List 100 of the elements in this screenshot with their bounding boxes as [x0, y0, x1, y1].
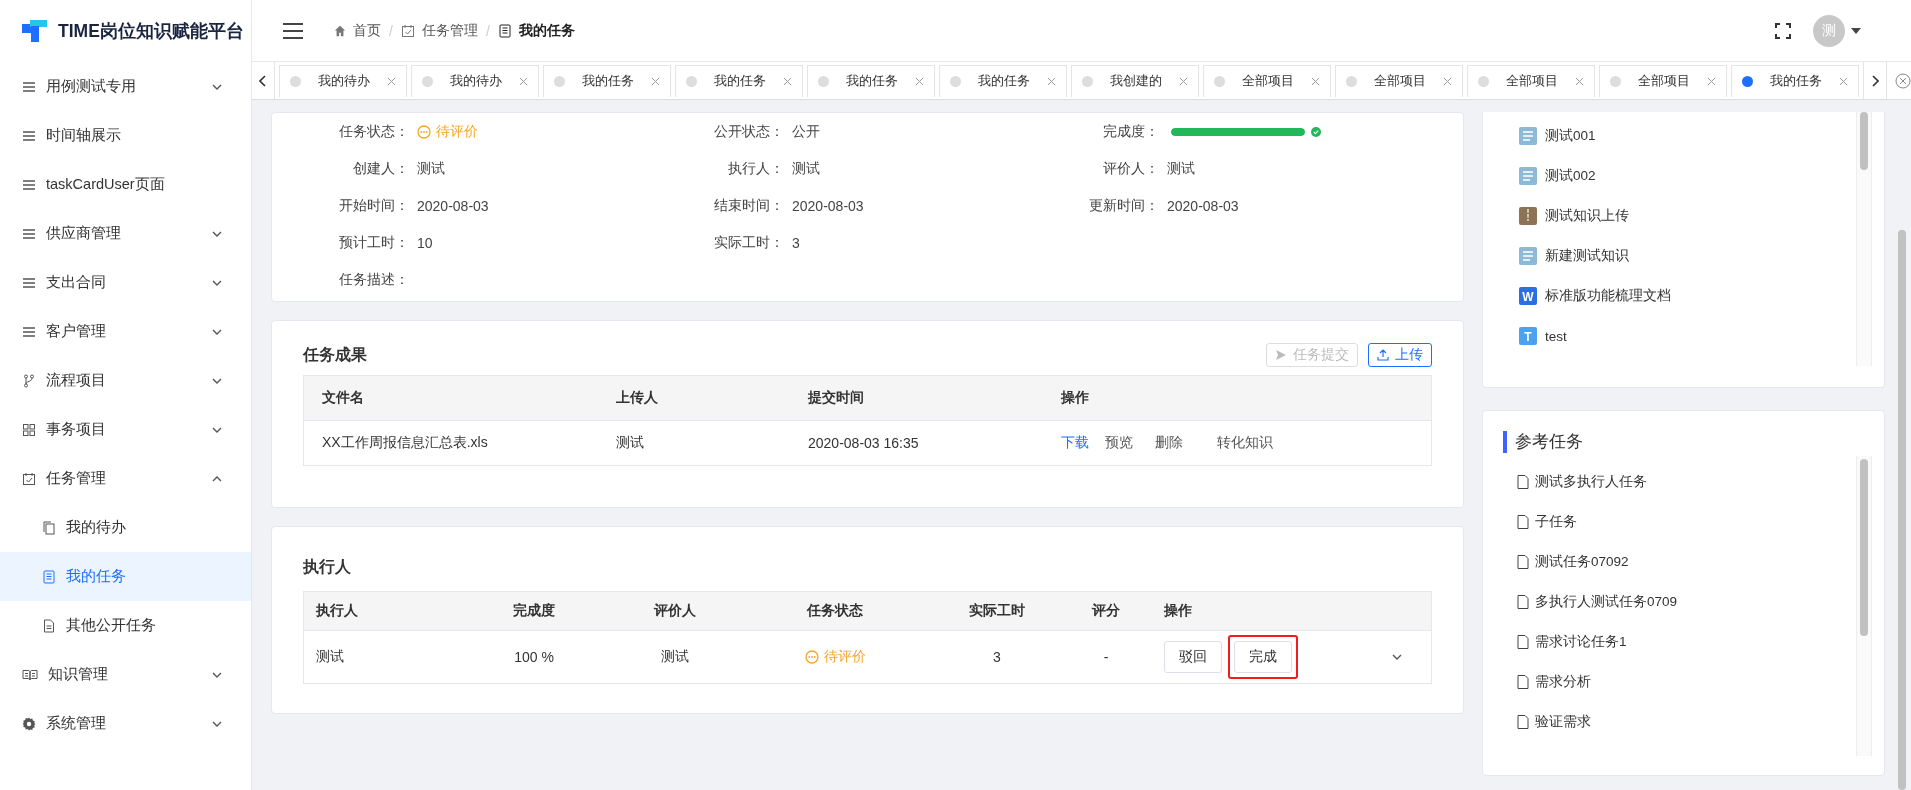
upload-button[interactable]: 上传 [1368, 343, 1432, 367]
tab[interactable]: 我的任务 [675, 64, 803, 97]
scrollbar[interactable] [1856, 112, 1872, 366]
branch-icon [22, 373, 36, 388]
sidebar-item[interactable]: 客户管理 [0, 307, 251, 356]
home-icon [334, 24, 346, 37]
copy-icon [42, 520, 56, 535]
file-icon [1517, 515, 1529, 529]
status-text: 待评价 [436, 122, 478, 141]
scroll-right-button[interactable] [1863, 62, 1887, 99]
field-label: 评价人： [1102, 159, 1159, 178]
scrollbar[interactable] [1856, 456, 1872, 756]
tab[interactable]: 我的任务 [1731, 64, 1859, 97]
tab[interactable]: 我的待办 [411, 64, 539, 97]
tab[interactable]: 全部项目 [1599, 64, 1727, 97]
field-label: 实际工时： [713, 233, 784, 252]
sidebar-item[interactable]: 支出合同 [0, 258, 251, 307]
chat-bubble-icon [804, 649, 819, 664]
sidebar-item[interactable]: 我的任务 [0, 552, 251, 601]
sidebar-item[interactable]: 系统管理 [0, 699, 251, 748]
breadcrumb-item[interactable]: 首页 [334, 21, 381, 40]
tab[interactable]: 全部项目 [1467, 64, 1595, 97]
tab[interactable]: 全部项目 [1335, 64, 1463, 97]
action-link[interactable]: 预览 [1105, 434, 1133, 452]
sidebar-item[interactable]: 其他公开任务 [0, 601, 251, 650]
gear-icon [22, 716, 36, 731]
action-link[interactable]: 删除 [1155, 434, 1183, 452]
app-title: TIME岗位知识赋能平台 [58, 20, 244, 43]
knowledge-item[interactable]: 标准版功能梳理文档 [1545, 287, 1671, 305]
field-label: 开始时间： [338, 196, 409, 215]
archive-icon [1519, 207, 1537, 225]
menu-icon [22, 128, 36, 143]
tab[interactable]: 我创建的 [1071, 64, 1199, 97]
breadcrumb-item[interactable]: 我的任务 [497, 21, 575, 40]
chat-bubble-icon [417, 124, 431, 139]
close-icon [1311, 76, 1320, 86]
sidebar-item[interactable]: 流程项目 [0, 356, 251, 405]
file-icon [1517, 635, 1529, 649]
reference-task-item[interactable]: 测试任务07092 [1535, 553, 1629, 571]
action-link[interactable]: 转化知识 [1217, 434, 1273, 452]
knowledge-item[interactable]: 测试001 [1545, 127, 1596, 145]
field-value: 3 [792, 234, 800, 251]
field-value: 2020-08-03 [417, 197, 489, 214]
sidebar-item[interactable]: 我的待办 [0, 503, 251, 552]
reject-button[interactable]: 驳回 [1164, 641, 1222, 673]
field-value: 公开 [792, 122, 820, 141]
reference-task-item[interactable]: 需求讨论任务1 [1535, 633, 1627, 651]
menu-icon [22, 79, 36, 94]
reference-task-item[interactable]: 需求分析 [1535, 673, 1591, 691]
menu-icon [282, 21, 304, 40]
scrollbar-thumb[interactable] [1898, 230, 1906, 790]
column-header: 评价人 [602, 591, 748, 631]
knowledge-item[interactable]: 测试002 [1545, 167, 1596, 185]
knowledge-item[interactable]: 测试知识上传 [1545, 207, 1629, 225]
column-header: 提交时间 [790, 375, 1043, 421]
tab[interactable]: 我的待办 [279, 64, 407, 97]
breadcrumb-separator: / [485, 22, 490, 39]
section-title: 执行人 [303, 557, 352, 577]
close-icon [1443, 76, 1452, 86]
column-header: 上传人 [598, 375, 790, 421]
caret-icon [1851, 27, 1861, 34]
reference-task-item[interactable]: 子任务 [1535, 513, 1577, 531]
sidebar-item[interactable]: taskCardUser页面 [0, 160, 251, 209]
reference-task-item[interactable]: 测试多执行人任务 [1535, 473, 1647, 491]
close-icon [387, 76, 396, 86]
tab[interactable]: 我的任务 [543, 64, 671, 97]
knowledge-item[interactable]: test [1545, 328, 1567, 344]
breadcrumb-item[interactable]: 任务管理 [400, 21, 478, 40]
tab[interactable]: 我的任务 [939, 64, 1067, 97]
table-cell: 3 [922, 630, 1072, 684]
field-value: 10 [417, 234, 433, 251]
close-icon [915, 76, 924, 86]
send-icon [1275, 349, 1287, 361]
field-label: 创建人： [352, 159, 409, 178]
close-all-icon [1895, 72, 1911, 89]
file-icon [1517, 475, 1529, 489]
document-list-icon [497, 23, 512, 38]
sidebar-item[interactable]: 事务项目 [0, 405, 251, 454]
tab[interactable]: 我的任务 [807, 64, 935, 97]
field-value: 2020-08-03 [792, 197, 864, 214]
action-link[interactable]: 下载 [1061, 434, 1089, 452]
calendar-check-icon [400, 23, 415, 38]
table-cell: 2020-08-03 16:35 [790, 420, 1043, 466]
reference-task-item[interactable]: 多执行人测试任务0709 [1535, 593, 1678, 611]
tab[interactable]: 全部项目 [1203, 64, 1331, 97]
reference-task-item[interactable]: 验证需求 [1535, 713, 1591, 731]
complete-button[interactable]: 完成 [1234, 641, 1292, 673]
field-label: 结束时间： [713, 196, 784, 215]
knowledge-item[interactable]: 新建测试知识 [1545, 247, 1629, 265]
document-icon [1519, 127, 1537, 145]
close-icon [1839, 76, 1848, 86]
sidebar-item[interactable]: 知识管理 [0, 650, 251, 699]
sidebar-item[interactable]: 用例测试专用 [0, 62, 251, 111]
section-title: 任务成果 [303, 344, 367, 365]
table-cell: - [1072, 630, 1140, 684]
sidebar-item[interactable]: 供应商管理 [0, 209, 251, 258]
sidebar-item[interactable]: 任务管理 [0, 454, 251, 503]
sidebar-item[interactable]: 时间轴展示 [0, 111, 251, 160]
chevron-right-icon [1871, 74, 1879, 87]
file-icon [42, 618, 56, 633]
